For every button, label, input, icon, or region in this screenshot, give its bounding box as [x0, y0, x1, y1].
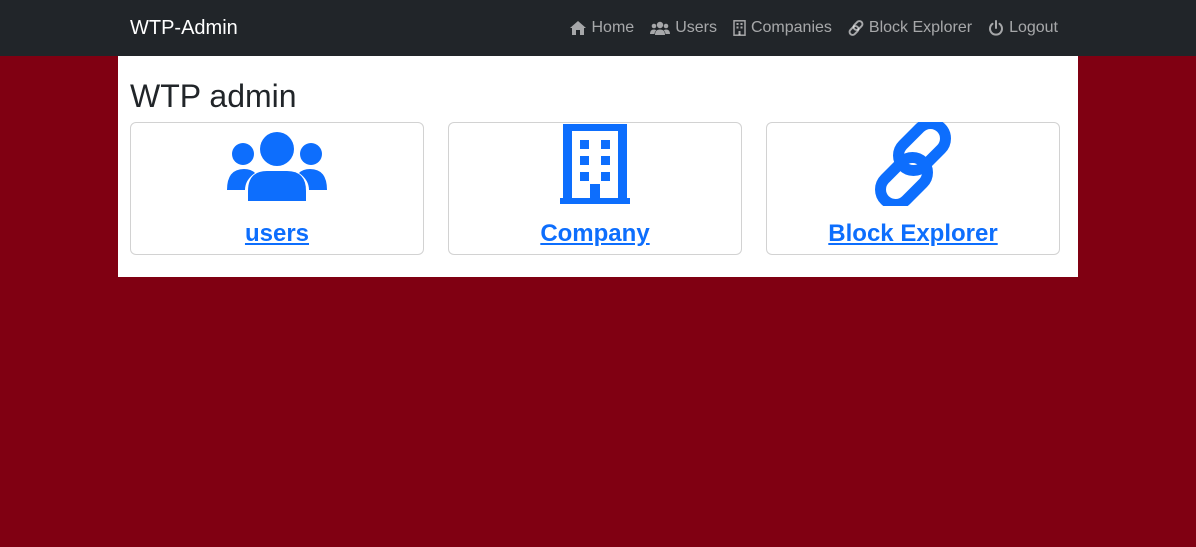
page-title: WTP admin [130, 78, 297, 114]
users-icon [650, 20, 671, 36]
navbar-brand[interactable]: WTP-Admin [130, 0, 238, 56]
main-container: WTP admin users Company Block Explorer [118, 56, 1078, 277]
users-icon [131, 123, 423, 205]
users-link[interactable]: users [131, 219, 423, 249]
block-explorer-card[interactable]: Block Explorer [766, 122, 1060, 255]
nav-item-label: Companies [750, 19, 832, 36]
nav-item-users[interactable]: Users [650, 19, 717, 37]
power-icon [988, 20, 1004, 36]
home-icon [569, 20, 587, 36]
card-row: users Company Block Explorer [130, 122, 1060, 255]
nav-item-label: Block Explorer [868, 19, 973, 36]
link-icon [848, 20, 864, 36]
nav-item-label: Users [675, 19, 717, 36]
link-icon [767, 122, 1059, 206]
nav-item-companies[interactable]: Companies [733, 19, 832, 37]
users-card[interactable]: users [130, 122, 424, 255]
company-link[interactable]: Company [449, 219, 741, 249]
navbar-menu: Home Users Companies Block Explorer Logo… [569, 0, 1058, 56]
block-explorer-link[interactable]: Block Explorer [767, 219, 1059, 249]
nav-item-logout[interactable]: Logout [988, 19, 1058, 37]
company-card[interactable]: Company [448, 122, 742, 255]
nav-item-block-explorer[interactable]: Block Explorer [848, 19, 972, 37]
building-icon [449, 123, 741, 205]
nav-item-label: Logout [1009, 19, 1058, 36]
nav-item-home[interactable]: Home [569, 19, 635, 37]
nav-item-label: Home [591, 19, 635, 36]
top-navbar: WTP-Admin Home Users Companies Block Exp… [0, 0, 1196, 56]
building-icon [733, 20, 746, 36]
